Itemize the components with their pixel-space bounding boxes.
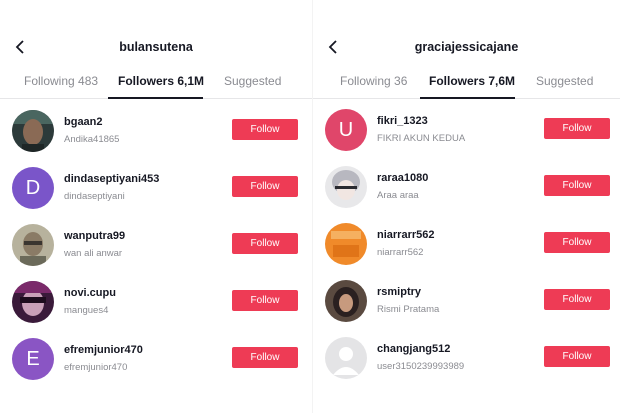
active-tab-indicator bbox=[420, 97, 515, 99]
avatar[interactable] bbox=[325, 223, 367, 265]
tab-suggested[interactable]: Suggested bbox=[224, 74, 281, 88]
avatar[interactable] bbox=[12, 224, 54, 266]
display-name: Andika41865 bbox=[64, 134, 120, 145]
tab-suggested[interactable]: Suggested bbox=[536, 74, 593, 88]
follow-button[interactable]: Follow bbox=[544, 346, 610, 367]
username[interactable]: rsmiptry bbox=[377, 286, 421, 298]
username[interactable]: raraa1080 bbox=[377, 172, 428, 184]
list-item[interactable]: D dindaseptiyani453 dindaseptiyani Follo… bbox=[0, 161, 312, 218]
avatar[interactable]: D bbox=[12, 167, 54, 209]
profile-title: bulansutena bbox=[119, 40, 193, 54]
display-name: mangues4 bbox=[64, 305, 109, 316]
avatar[interactable] bbox=[12, 281, 54, 323]
tab-followers[interactable]: Followers 6,1M bbox=[118, 74, 204, 88]
follow-button[interactable]: Follow bbox=[232, 347, 298, 368]
list-item[interactable]: changjang512 user3150239993989 Follow bbox=[313, 331, 620, 388]
header: bulansutena bbox=[0, 30, 312, 66]
list-item[interactable]: U fikri_1323 FIKRI AKUN KEDUA Follow bbox=[313, 103, 620, 160]
avatar[interactable] bbox=[325, 280, 367, 322]
follow-button[interactable]: Follow bbox=[544, 289, 610, 310]
display-name: efremjunior470 bbox=[64, 362, 128, 373]
username[interactable]: efremjunior470 bbox=[64, 344, 143, 356]
right-followers-panel: graciajessicajane Following 36 Followers… bbox=[313, 0, 620, 413]
username[interactable]: fikri_1323 bbox=[377, 115, 428, 127]
tab-followers[interactable]: Followers 7,6M bbox=[429, 74, 515, 88]
profile-title: graciajessicajane bbox=[414, 40, 519, 54]
default-avatar-icon[interactable] bbox=[325, 337, 367, 379]
header: graciajessicajane bbox=[313, 30, 620, 66]
tab-bar: Following 483 Followers 6,1M Suggested bbox=[0, 68, 312, 99]
follow-button[interactable]: Follow bbox=[232, 233, 298, 254]
list-item[interactable]: bgaan2 Andika41865 Follow bbox=[0, 104, 312, 161]
follow-button[interactable]: Follow bbox=[544, 232, 610, 253]
follow-button[interactable]: Follow bbox=[232, 176, 298, 197]
tab-following[interactable]: Following 36 bbox=[340, 74, 407, 88]
list-item[interactable]: novi.cupu mangues4 Follow bbox=[0, 275, 312, 332]
username[interactable]: changjang512 bbox=[377, 343, 450, 355]
avatar[interactable] bbox=[12, 110, 54, 152]
display-name: niarrarr562 bbox=[377, 247, 424, 258]
follow-button[interactable]: Follow bbox=[232, 119, 298, 140]
avatar[interactable]: U bbox=[325, 109, 367, 151]
username[interactable]: novi.cupu bbox=[64, 287, 116, 299]
active-tab-indicator bbox=[108, 97, 203, 99]
tab-bar: Following 36 Followers 7,6M Suggested bbox=[313, 68, 620, 99]
follow-button[interactable]: Follow bbox=[544, 118, 610, 139]
list-item[interactable]: niarrarr562 niarrarr562 Follow bbox=[313, 217, 620, 274]
username[interactable]: dindaseptiyani453 bbox=[64, 173, 159, 185]
avatar[interactable]: E bbox=[12, 338, 54, 380]
list-item[interactable]: rsmiptry Rismi Pratama Follow bbox=[313, 274, 620, 331]
avatar[interactable] bbox=[325, 166, 367, 208]
username[interactable]: niarrarr562 bbox=[377, 229, 435, 241]
follow-button[interactable]: Follow bbox=[232, 290, 298, 311]
list-item[interactable]: E efremjunior470 efremjunior470 Follow bbox=[0, 332, 312, 389]
display-name: dindaseptiyani bbox=[64, 191, 125, 202]
display-name: user3150239993989 bbox=[377, 361, 465, 372]
follow-button[interactable]: Follow bbox=[544, 175, 610, 196]
tab-following[interactable]: Following 483 bbox=[24, 74, 98, 88]
username[interactable]: bgaan2 bbox=[64, 116, 103, 128]
display-name: FIKRI AKUN KEDUA bbox=[377, 133, 466, 144]
left-followers-panel: bulansutena Following 483 Followers 6,1M… bbox=[0, 0, 312, 413]
display-name: wan ali anwar bbox=[64, 248, 123, 259]
list-item[interactable]: raraa1080 Araa araa Follow bbox=[313, 160, 620, 217]
list-item[interactable]: wanputra99 wan ali anwar Follow bbox=[0, 218, 312, 275]
username[interactable]: wanputra99 bbox=[64, 230, 125, 242]
display-name: Araa araa bbox=[377, 190, 419, 201]
display-name: Rismi Pratama bbox=[377, 304, 440, 315]
